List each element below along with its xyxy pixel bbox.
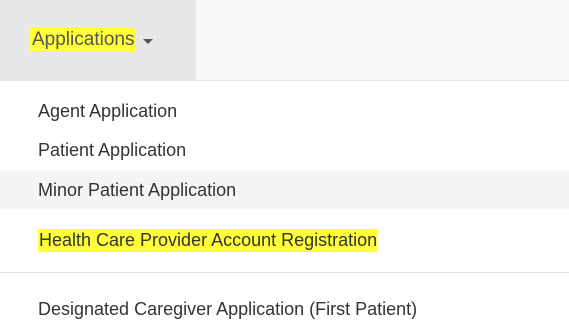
menu-item-agent-application[interactable]: Agent Application: [0, 92, 569, 130]
menu-item-label: Health Care Provider Account Registratio…: [38, 228, 379, 252]
applications-dropdown-label: Applications: [30, 28, 137, 52]
menu-item-patient-application[interactable]: Patient Application: [0, 131, 569, 169]
caret-down-icon: [143, 38, 154, 44]
menu-item-label: Minor Patient Application: [38, 179, 237, 200]
applications-dropdown-toggle[interactable]: Applications: [0, 0, 196, 80]
navbar: Applications: [0, 0, 569, 81]
menu-divider: [0, 272, 569, 273]
menu-item-minor-patient-application[interactable]: Minor Patient Application: [0, 171, 569, 209]
menu-item-designated-caregiver-application[interactable]: Designated Caregiver Application (First …: [0, 290, 569, 328]
menu-item-label: Designated Caregiver Application (First …: [38, 298, 418, 319]
menu-item-label: Agent Application: [38, 100, 178, 121]
menu-item-health-care-provider-account-registration[interactable]: Health Care Provider Account Registratio…: [0, 221, 569, 259]
menu-item-label: Patient Application: [38, 139, 187, 160]
